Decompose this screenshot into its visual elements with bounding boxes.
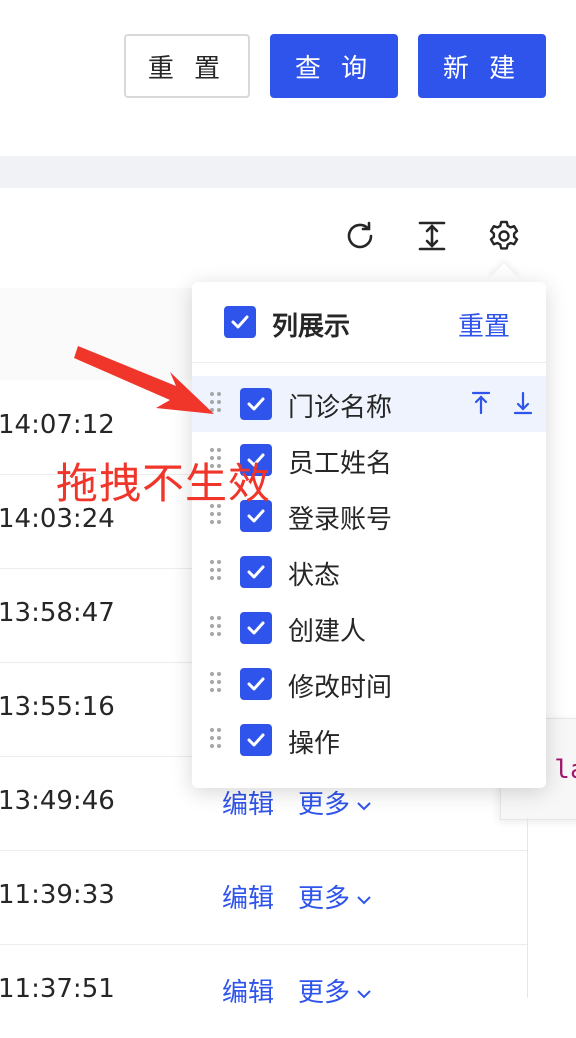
more-dropdown[interactable]: 更多 [298, 784, 374, 821]
more-label: 更多 [298, 790, 351, 820]
pin-top-icon[interactable] [466, 388, 496, 418]
row-time: 11:39:33 [0, 880, 115, 910]
column-item[interactable]: 操作 [192, 712, 546, 768]
column-item[interactable]: 修改时间 [192, 656, 546, 712]
column-settings-popover: 列展示 重置 门诊名称 员工姓名 登录账号 状态 创建人 修改时间 操作 [192, 282, 546, 788]
edit-link[interactable]: 编辑 [222, 784, 274, 821]
panel-divider [527, 818, 528, 998]
column-item-label: 门诊名称 [288, 393, 393, 423]
column-item-label: 修改时间 [288, 673, 393, 703]
check-icon [247, 565, 265, 579]
reload-icon[interactable] [342, 218, 378, 254]
column-item-label: 操作 [288, 729, 341, 759]
row-time: 13:49:46 [0, 786, 115, 816]
section-divider [0, 156, 576, 188]
more-dropdown[interactable]: 更多 [298, 972, 374, 1009]
drag-handle-icon[interactable] [210, 726, 222, 752]
drag-handle-icon[interactable] [210, 614, 222, 640]
more-dropdown[interactable]: 更多 [298, 878, 374, 915]
select-all-checkbox[interactable] [224, 306, 256, 338]
check-icon [231, 315, 249, 329]
column-item-label: 创建人 [288, 617, 367, 647]
chevron-down-icon [357, 801, 371, 810]
check-icon [247, 733, 265, 747]
reset-button[interactable]: 重 置 [124, 34, 250, 98]
annotation-arrow-icon [74, 346, 214, 414]
drag-handle-icon[interactable] [210, 670, 222, 696]
check-icon [247, 397, 265, 411]
check-icon [247, 677, 265, 691]
column-item-label: 登录账号 [288, 505, 393, 535]
pin-bottom-icon[interactable] [508, 388, 538, 418]
density-icon[interactable] [414, 218, 450, 254]
column-checkbox[interactable] [240, 612, 272, 644]
column-item[interactable]: 状态 [192, 544, 546, 600]
column-item[interactable]: 创建人 [192, 600, 546, 656]
drag-handle-icon[interactable] [210, 558, 222, 584]
edit-link[interactable]: 编辑 [222, 972, 274, 1009]
popover-title: 列展示 [272, 312, 351, 342]
edit-link[interactable]: 编辑 [222, 878, 274, 915]
column-item-label: 状态 [288, 561, 341, 591]
column-reset-link[interactable]: 重置 [458, 306, 510, 343]
row-time: 11:37:51 [0, 974, 115, 1004]
column-checkbox[interactable] [240, 388, 272, 420]
column-checkbox[interactable] [240, 724, 272, 756]
more-label: 更多 [298, 978, 351, 1008]
new-button[interactable]: 新 建 [418, 34, 546, 98]
row-time: 13:58:47 [0, 598, 115, 628]
chevron-down-icon [357, 989, 371, 998]
annotation-text: 拖拽不生效 [56, 459, 272, 508]
check-icon [247, 621, 265, 635]
query-button[interactable]: 查 询 [270, 34, 398, 98]
table-row: 11:39:33 编辑 更多 [0, 850, 528, 945]
row-time: 13:55:16 [0, 692, 115, 722]
gear-icon[interactable] [486, 218, 522, 254]
popover-header: 列展示 重置 [192, 282, 546, 363]
table-row: 11:37:51 编辑 更多 [0, 944, 528, 1038]
more-label: 更多 [298, 884, 351, 914]
column-checkbox[interactable] [240, 668, 272, 700]
column-item[interactable]: 门诊名称 [192, 376, 546, 432]
column-item-label: 员工姓名 [288, 449, 393, 479]
chevron-down-icon [357, 895, 371, 904]
column-checkbox[interactable] [240, 556, 272, 588]
